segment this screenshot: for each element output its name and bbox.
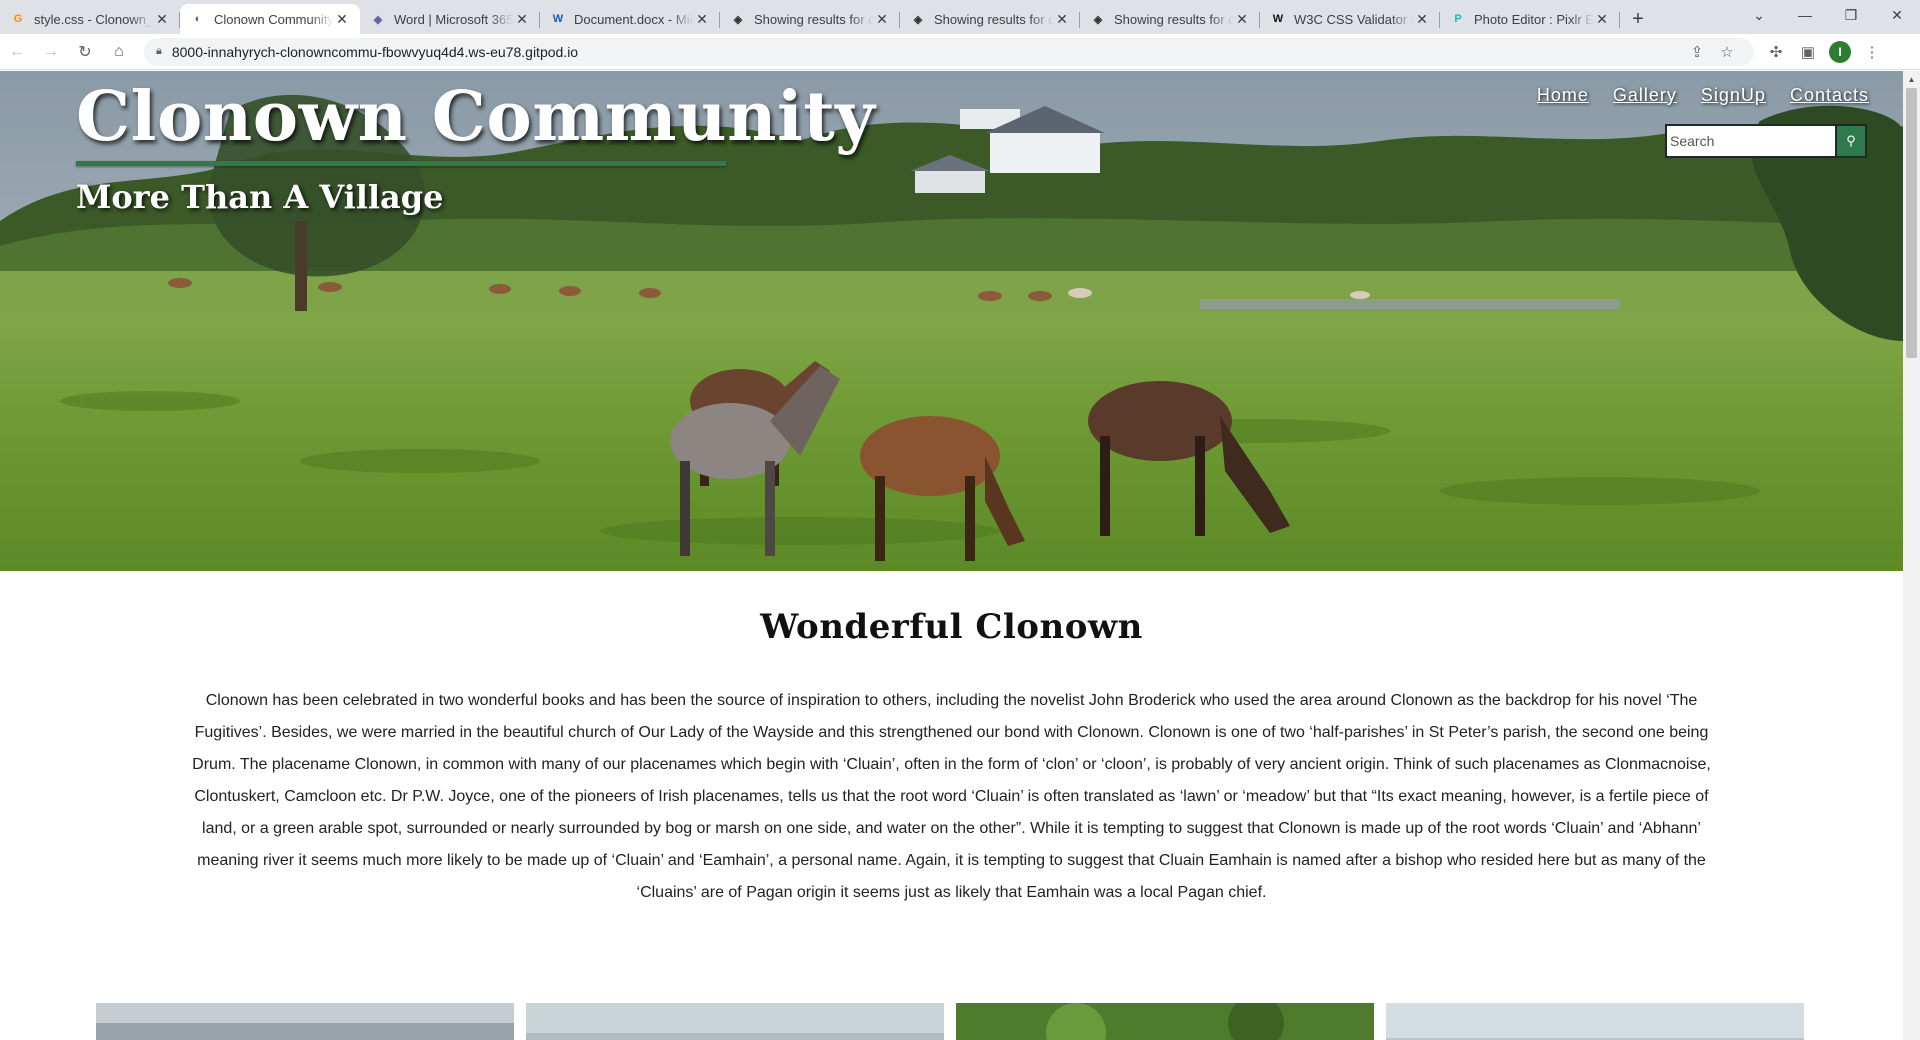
reload-button[interactable]: ↻ bbox=[68, 38, 102, 66]
home-button[interactable]: ⌂ bbox=[102, 38, 136, 66]
tab-title: style.css - Clonown_Co bbox=[34, 11, 154, 27]
tab-title: Document.docx - Micr bbox=[574, 11, 694, 27]
close-tab-icon[interactable]: ✕ bbox=[154, 11, 170, 28]
tab-strip: Gstyle.css - Clonown_Co✕◐Clonown Communi… bbox=[0, 0, 1920, 34]
share-icon[interactable]: ⇪ bbox=[1682, 43, 1712, 61]
close-tab-icon[interactable]: ✕ bbox=[1594, 11, 1610, 28]
browser-tab[interactable]: W W3C CSS Validator res✕ bbox=[1260, 4, 1440, 34]
w3c-icon: W bbox=[1272, 13, 1284, 25]
browser-tab[interactable]: ◈ Showing results for co ✕ bbox=[900, 4, 1080, 34]
nav-contacts[interactable]: Contacts bbox=[1790, 85, 1869, 106]
globe-icon: ◐ bbox=[194, 13, 202, 25]
minimize-button[interactable]: — bbox=[1782, 0, 1828, 30]
close-tab-icon[interactable]: ✕ bbox=[874, 11, 890, 28]
close-tab-icon[interactable]: ✕ bbox=[514, 11, 530, 28]
brand-block: Clonown Community More Than A Village bbox=[76, 77, 875, 216]
tab-title: Clonown Community bbox=[214, 11, 334, 27]
browser-tab[interactable]: ◐ Clonown Community ✕ bbox=[180, 4, 360, 34]
forward-button[interactable]: → bbox=[34, 38, 68, 66]
window-controls: ⌄ — ❐ ✕ bbox=[1736, 0, 1920, 30]
gallery-image[interactable] bbox=[526, 1003, 944, 1040]
title-underline bbox=[76, 161, 726, 166]
gallery-image[interactable] bbox=[1386, 1003, 1804, 1040]
scrollbar-thumb[interactable] bbox=[1906, 88, 1917, 358]
search-result-icon: ◈ bbox=[1093, 13, 1103, 26]
tab-title: Showing results for co bbox=[754, 11, 874, 27]
close-tab-icon[interactable]: ✕ bbox=[1054, 11, 1070, 28]
extensions-icon[interactable]: ✣ bbox=[1760, 43, 1792, 61]
browser-tab[interactable]: P Photo Editor : Pixlr E ✕ bbox=[1440, 4, 1620, 34]
search-result-icon: ◈ bbox=[913, 13, 923, 26]
new-tab-button[interactable]: + bbox=[1620, 4, 1656, 34]
microsoft365-icon: ◆ bbox=[373, 13, 383, 26]
back-button[interactable]: ← bbox=[0, 38, 34, 66]
intro-paragraph: Clonown has been celebrated in two wonde… bbox=[192, 692, 1711, 901]
search-icon: ⚲ bbox=[1846, 133, 1856, 148]
site-title[interactable]: Clonown Community bbox=[76, 77, 875, 157]
gitpod-icon: G bbox=[13, 13, 23, 25]
site-subtitle: More Than A Village bbox=[76, 178, 444, 216]
close-tab-icon[interactable]: ✕ bbox=[694, 11, 710, 28]
browser-tab[interactable]: W Document.docx - Micr ✕ bbox=[540, 4, 720, 34]
pixlr-icon: P bbox=[1454, 13, 1462, 25]
url-text[interactable]: 8000-innahyrych-clonowncommu-fbowvyuq4d4… bbox=[172, 44, 1682, 60]
close-tab-icon[interactable]: ✕ bbox=[1414, 11, 1430, 28]
nav-signup[interactable]: SignUp bbox=[1701, 85, 1766, 106]
lock-icon[interactable]: 🔒︎ bbox=[156, 45, 162, 58]
intro-section: Wonderful Clonown Clonown has been celeb… bbox=[0, 571, 1903, 909]
gallery-image[interactable] bbox=[956, 1003, 1374, 1040]
word-icon: W bbox=[552, 13, 564, 25]
profile-avatar[interactable]: I bbox=[1829, 40, 1851, 63]
hero-banner: Clonown Community More Than A Village Ho… bbox=[0, 71, 1903, 571]
address-bar[interactable]: 🔒︎ 8000-innahyrych-clonowncommu-fbowvyuq… bbox=[144, 37, 1754, 66]
main-nav: Home Gallery SignUp Contacts bbox=[1537, 85, 1869, 106]
tab-title: W3C CSS Validator res bbox=[1294, 11, 1414, 27]
tab-title: Showing results for co bbox=[1114, 11, 1234, 27]
menu-kebab-icon[interactable]: ⋮ bbox=[1856, 43, 1888, 61]
browser-tab[interactable]: Gstyle.css - Clonown_Co✕ bbox=[0, 4, 180, 34]
scroll-up-icon[interactable]: ▲ bbox=[1903, 71, 1920, 88]
search-result-icon: ◈ bbox=[733, 13, 743, 26]
browser-tab[interactable]: ◈ Showing results for co ✕ bbox=[720, 4, 900, 34]
browser-tab[interactable]: ◆ Word | Microsoft 365 ✕ bbox=[360, 4, 540, 34]
page-scrollbar[interactable]: ▲ bbox=[1903, 71, 1920, 1040]
search-form: ⚲ bbox=[1665, 124, 1867, 158]
tab-title: Showing results for co bbox=[934, 11, 1054, 27]
close-tab-icon[interactable]: ✕ bbox=[1234, 11, 1250, 28]
nav-gallery[interactable]: Gallery bbox=[1613, 85, 1677, 106]
tab-search-icon[interactable]: ⌄ bbox=[1736, 0, 1782, 30]
restore-button[interactable]: ❐ bbox=[1828, 0, 1874, 30]
gallery-image[interactable] bbox=[96, 1003, 514, 1040]
browser-toolbar: ← → ↻ ⌂ 🔒︎ 8000-innahyrych-clonowncommu-… bbox=[0, 34, 1920, 70]
nav-home[interactable]: Home bbox=[1537, 85, 1589, 106]
browser-tab[interactable]: ◈ Showing results for co ✕ bbox=[1080, 4, 1260, 34]
gallery-strip bbox=[96, 1003, 1804, 1040]
close-tab-icon[interactable]: ✕ bbox=[334, 11, 350, 28]
side-panel-icon[interactable]: ▣ bbox=[1792, 43, 1824, 61]
tab-title: Photo Editor : Pixlr E bbox=[1474, 11, 1594, 27]
section-heading: Wonderful Clonown bbox=[760, 607, 1143, 647]
page-viewport: Clonown Community More Than A Village Ho… bbox=[0, 71, 1903, 1040]
search-button[interactable]: ⚲ bbox=[1837, 124, 1867, 158]
tab-title: Word | Microsoft 365 bbox=[394, 11, 514, 27]
search-input[interactable] bbox=[1665, 124, 1837, 158]
close-window-button[interactable]: ✕ bbox=[1874, 0, 1920, 30]
bookmark-star-icon[interactable]: ☆ bbox=[1712, 43, 1742, 61]
